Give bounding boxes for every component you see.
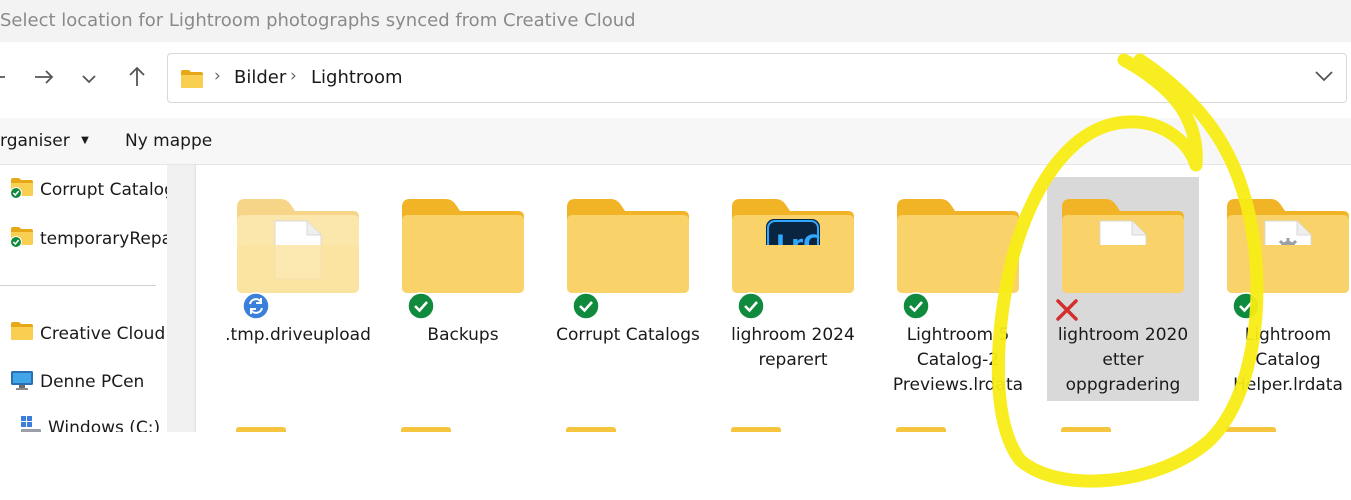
- chevron-down-icon: [1314, 68, 1334, 87]
- folder-icon: [1060, 195, 1186, 299]
- file-name: lighroom 2024 reparert: [731, 325, 855, 370]
- computer-icon: [10, 369, 34, 396]
- sidebar-item-label: Creative Cloud F: [40, 324, 167, 344]
- folder-icon: LrC: [730, 195, 856, 299]
- arrow-right-icon: [33, 67, 55, 91]
- file-name: Backups: [427, 325, 499, 345]
- organise-button[interactable]: rganiser ▼: [0, 131, 89, 151]
- sidebar-item-corrupt-catalog[interactable]: Corrupt Catalog: [10, 177, 167, 203]
- arrow-left-icon: [0, 67, 7, 91]
- folder-item-partial[interactable]: [896, 427, 946, 432]
- address-dropdown-button[interactable]: [1314, 68, 1334, 87]
- address-bar[interactable]: › Bilder › Lightroom: [167, 53, 1347, 103]
- sidebar-item-this-pc[interactable]: Denne PCen: [10, 369, 144, 395]
- new-folder-button[interactable]: Ny mappe: [125, 131, 212, 151]
- breadcrumb-lightroom[interactable]: Lightroom: [311, 67, 403, 88]
- sidebar-divider: [0, 285, 156, 286]
- folder-item-partial[interactable]: [1226, 427, 1276, 432]
- folder-item-partial[interactable]: [566, 427, 616, 432]
- drive-icon: [20, 415, 42, 432]
- folder-item-partial[interactable]: [1061, 427, 1111, 432]
- folder-icon: [1225, 195, 1351, 299]
- synced-status-icon: [1232, 292, 1260, 324]
- folder-icon: [10, 321, 34, 348]
- folder-icon: [235, 195, 361, 299]
- file-name: Lightroom Catalog Helper.lrdata: [1233, 325, 1343, 395]
- caret-down-icon: ▼: [81, 135, 89, 146]
- synced-folder-icon: [10, 226, 34, 253]
- folder-icon: [565, 195, 691, 299]
- sidebar-item-windows-drive[interactable]: Windows (C:): [20, 415, 160, 432]
- sidebar-item-temporary-repair[interactable]: temporaryRepair: [10, 226, 167, 252]
- command-bar: rganiser ▼ Ny mappe: [0, 118, 1351, 165]
- folder-icon: [895, 195, 1021, 299]
- file-name: .tmp.driveupload: [225, 325, 371, 345]
- breadcrumb-bilder[interactable]: Bilder: [234, 67, 286, 88]
- file-view: .tmp.driveupload Backups Corrupt Catalog…: [196, 165, 1351, 432]
- synced-status-icon: [737, 292, 765, 324]
- folder-item[interactable]: Lightroom Catalog Helper.lrdata: [1212, 177, 1351, 401]
- sidebar-item-creative-cloud[interactable]: Creative Cloud F: [10, 321, 167, 347]
- folder-item[interactable]: Lightroom 5 Catalog-2 Previews.lrdata: [882, 177, 1034, 401]
- arrow-up-icon: [126, 66, 148, 92]
- forward-button[interactable]: [29, 62, 59, 96]
- breadcrumb-separator: ›: [214, 66, 221, 86]
- chevron-down-icon: [81, 70, 97, 89]
- navigation-pane: Corrupt Catalog temporaryRepair C: [0, 165, 167, 432]
- folder-item-selected[interactable]: lightroom 2020 etter oppgradering: [1047, 177, 1199, 401]
- sidebar-item-label: Windows (C:): [48, 418, 161, 432]
- sidebar-item-label: temporaryRepair: [40, 229, 167, 249]
- recent-locations-button[interactable]: [77, 62, 101, 96]
- sidebar-item-label: Denne PCen: [40, 372, 145, 392]
- folder-item-partial[interactable]: [401, 427, 451, 432]
- folder-item-partial[interactable]: [236, 427, 286, 432]
- navigation-bar: › Bilder › Lightroom: [0, 42, 1351, 118]
- folder-item[interactable]: Backups: [387, 177, 539, 401]
- error-status-icon: [1055, 298, 1079, 326]
- sidebar-scrollbar[interactable]: [167, 165, 196, 432]
- folder-item[interactable]: .tmp.driveupload: [222, 177, 374, 401]
- file-name: Corrupt Catalogs: [556, 325, 700, 345]
- folder-icon: [180, 69, 204, 93]
- file-name: lightroom 2020 etter oppgradering: [1057, 325, 1189, 395]
- sidebar-item-label: Corrupt Catalog: [40, 180, 167, 200]
- syncing-status-icon: [242, 292, 270, 324]
- up-button[interactable]: [122, 62, 152, 96]
- file-dialog: Select location for Lightroom photograph…: [0, 0, 1351, 432]
- synced-status-icon: [572, 292, 600, 324]
- breadcrumb-separator: ›: [290, 66, 297, 86]
- back-button[interactable]: [0, 62, 10, 96]
- title-bar: Select location for Lightroom photograph…: [0, 0, 1351, 42]
- synced-status-icon: [407, 292, 435, 324]
- synced-status-icon: [902, 292, 930, 324]
- organise-label: rganiser: [0, 131, 70, 151]
- folder-icon: [400, 195, 526, 299]
- folder-item[interactable]: Corrupt Catalogs: [552, 177, 704, 401]
- folder-item[interactable]: LrC lighroom 2024 reparert: [717, 177, 869, 401]
- dialog-title: Select location for Lightroom photograph…: [0, 10, 636, 31]
- synced-folder-icon: [10, 177, 34, 204]
- folder-item-partial[interactable]: [731, 427, 781, 432]
- file-name: Lightroom 5 Catalog-2 Previews.lrdata: [892, 325, 1024, 395]
